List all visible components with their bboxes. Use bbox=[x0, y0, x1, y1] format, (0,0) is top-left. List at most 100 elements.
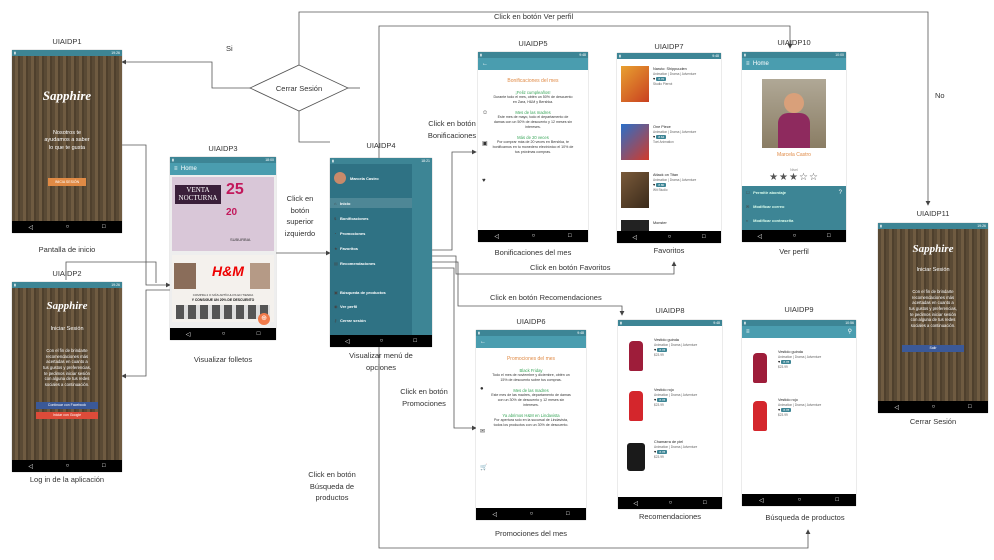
menu-item-favoritos[interactable]: ★ Favoritos bbox=[334, 246, 358, 251]
menu-icon[interactable]: ≡ bbox=[174, 166, 178, 172]
list-item[interactable]: Monster bbox=[617, 217, 721, 231]
recents-icon[interactable]: □ bbox=[568, 233, 572, 239]
home-icon[interactable]: ○ bbox=[932, 404, 936, 410]
nav-bar: ◁ ○ □ bbox=[617, 231, 721, 243]
home-icon[interactable]: ○ bbox=[66, 224, 70, 230]
heart-icon[interactable]: ♥ bbox=[653, 135, 655, 139]
menu-item-inicio[interactable]: ⌂ Inicio bbox=[334, 201, 350, 206]
edge-label-recom: Click en botón Recomendaciones bbox=[490, 293, 602, 302]
home-icon[interactable]: ○ bbox=[532, 233, 536, 239]
facebook-button[interactable]: Continuar con Facebook bbox=[36, 402, 98, 409]
menu-item-cerrar[interactable]: ⚷ Cerrar sesión bbox=[334, 318, 366, 323]
back-icon[interactable]: ◁ bbox=[28, 463, 33, 470]
back-arrow-icon[interactable]: ← bbox=[480, 339, 486, 345]
smile-icon: ☺ bbox=[482, 110, 489, 116]
menu-item-perfil[interactable]: ◉ Ver perfil bbox=[334, 304, 357, 309]
menu-item-recomendaciones[interactable]: ▤ Recomendaciones bbox=[334, 261, 375, 266]
list-item[interactable]: Vestido guinda Animation | Drama | Advent… bbox=[618, 334, 722, 378]
home-icon[interactable]: ○ bbox=[793, 233, 797, 239]
recents-icon[interactable]: □ bbox=[257, 331, 261, 337]
screen-id-p9: UIAIDP9 bbox=[784, 305, 814, 314]
drawer-username: Marcela Castro bbox=[350, 176, 379, 181]
list-item[interactable]: Attack on Titan Animation | Drama | Adven… bbox=[617, 169, 721, 213]
menu-item-busqueda[interactable]: ▣ Búsqueda de productos bbox=[334, 290, 386, 295]
recents-icon[interactable]: □ bbox=[827, 233, 831, 239]
heart-icon[interactable]: ♥ bbox=[653, 183, 655, 187]
mail-icon: ✉ bbox=[746, 204, 750, 209]
heart-icon[interactable]: ♥ bbox=[778, 360, 780, 364]
back-icon[interactable]: ◁ bbox=[345, 338, 350, 345]
star-outline-icon: ☆ bbox=[798, 172, 809, 183]
home-icon[interactable]: ○ bbox=[66, 463, 70, 469]
login-text: Con el fin de brindarte recomendaciones … bbox=[18, 348, 116, 388]
menu-icon[interactable]: ≡ bbox=[746, 61, 750, 67]
menu-label: Búsqueda de productos bbox=[340, 290, 386, 295]
menu-item-bonificaciones[interactable]: $ Bonificaciones bbox=[334, 216, 368, 221]
home-icon[interactable]: ○ bbox=[668, 234, 672, 240]
fab-button[interactable]: ⊕ bbox=[258, 313, 270, 325]
login-button[interactable]: INICIA SESIÓN bbox=[48, 178, 86, 186]
recents-icon[interactable]: □ bbox=[102, 463, 106, 469]
back-icon[interactable]: ◁ bbox=[186, 331, 191, 338]
list-item[interactable]: Naruto: Shippuuden Animation | Drama | Ad… bbox=[617, 63, 721, 107]
back-icon[interactable]: ◁ bbox=[757, 233, 762, 240]
recents-icon[interactable]: □ bbox=[835, 497, 839, 503]
back-icon[interactable]: ◁ bbox=[28, 224, 33, 231]
app-bar: ≡ Home bbox=[742, 58, 846, 70]
recents-icon[interactable]: □ bbox=[413, 338, 417, 344]
recents-icon[interactable]: □ bbox=[968, 404, 972, 410]
back-icon[interactable]: ◁ bbox=[632, 234, 637, 241]
list-item[interactable]: One Piece Animation | Drama | Adventure ♥ … bbox=[617, 121, 721, 165]
caption-p8: Recomendaciones bbox=[638, 512, 702, 521]
edge-label-sup: Click en botón superior izquierdo bbox=[280, 193, 320, 240]
home-icon[interactable]: ○ bbox=[530, 511, 534, 517]
recents-icon[interactable]: □ bbox=[566, 511, 570, 517]
home-icon[interactable]: ○ bbox=[669, 500, 673, 506]
flyer-hm[interactable]: H&M COMPRA 2 O MÁS ARTÍCULOS EN TIENDA Y… bbox=[172, 255, 274, 322]
back-icon[interactable]: ◁ bbox=[894, 404, 899, 411]
google-button[interactable]: Iniciar con Google bbox=[36, 412, 98, 419]
menu-item-promociones[interactable]: ◔ Promociones bbox=[334, 231, 365, 236]
option-contrasena[interactable]: ◐ Modificar contraseña bbox=[746, 218, 793, 223]
recents-icon[interactable]: □ bbox=[702, 234, 706, 240]
option-permitir[interactable]: ☐ Permitir abordaje bbox=[746, 190, 786, 195]
cart-icon: 🛒 bbox=[480, 465, 488, 471]
recents-icon[interactable]: □ bbox=[703, 500, 707, 506]
back-icon[interactable]: ◁ bbox=[759, 497, 764, 504]
page-heading: Promociones del mes bbox=[506, 356, 556, 362]
favorites-list: Naruto: Shippuuden Animation | Drama | Ad… bbox=[617, 59, 721, 231]
flyer-suburbia[interactable]: VENTA NOCTURNA 25 20 SUBURBIA bbox=[172, 177, 274, 251]
edge-label-promo: Click en botón Promociones bbox=[394, 386, 454, 409]
heart-icon[interactable]: ♥ bbox=[654, 348, 656, 352]
star-rating[interactable]: ★★★☆☆ bbox=[742, 172, 846, 183]
back-icon[interactable]: ◁ bbox=[492, 511, 497, 518]
option-label: Modificar contraseña bbox=[753, 218, 794, 223]
edge-label-sup-1: Click en bbox=[286, 194, 314, 203]
menu-icon[interactable]: ≡ bbox=[746, 329, 750, 335]
heart-icon[interactable]: ♥ bbox=[654, 450, 656, 454]
list-item[interactable]: Vestido rojo Animation | Drama | Adventur… bbox=[618, 384, 722, 428]
checkbox-icon[interactable]: ☐ bbox=[746, 190, 752, 195]
list-item[interactable]: Vestido rojo Animation | Drama | Adventur… bbox=[742, 394, 856, 438]
star-icon: ★ bbox=[779, 172, 790, 183]
heart-icon[interactable]: ♥ bbox=[653, 77, 655, 81]
home-icon[interactable]: ○ bbox=[222, 331, 226, 337]
heart-icon[interactable]: ♥ bbox=[778, 408, 780, 412]
help-icon[interactable]: ? bbox=[839, 190, 842, 196]
back-icon[interactable]: ◁ bbox=[494, 233, 499, 240]
search-icon[interactable]: ⚲ bbox=[848, 326, 852, 338]
flyer-discount-2: 20 bbox=[226, 207, 238, 218]
option-correo[interactable]: ✉ Modificar correo bbox=[746, 204, 784, 209]
heart-icon[interactable]: ♥ bbox=[654, 398, 656, 402]
list-item[interactable]: Vestido guinda Animation | Drama | Advent… bbox=[742, 346, 856, 390]
back-icon[interactable]: ◁ bbox=[633, 500, 638, 507]
home-icon[interactable]: ○ bbox=[380, 338, 384, 344]
star-outline-icon: ☆ bbox=[808, 172, 819, 183]
facebook-logout-button[interactable]: Salir bbox=[902, 345, 964, 352]
clothing-image bbox=[174, 263, 196, 289]
home-icon[interactable]: ○ bbox=[798, 497, 802, 503]
back-arrow-icon[interactable]: ← bbox=[482, 61, 488, 67]
section-text: Este mes de mayo, todo el departamento d… bbox=[493, 115, 573, 129]
recents-icon[interactable]: □ bbox=[102, 224, 106, 230]
list-item[interactable]: Chamarra de piel Animation | Drama | Adve… bbox=[618, 436, 722, 480]
